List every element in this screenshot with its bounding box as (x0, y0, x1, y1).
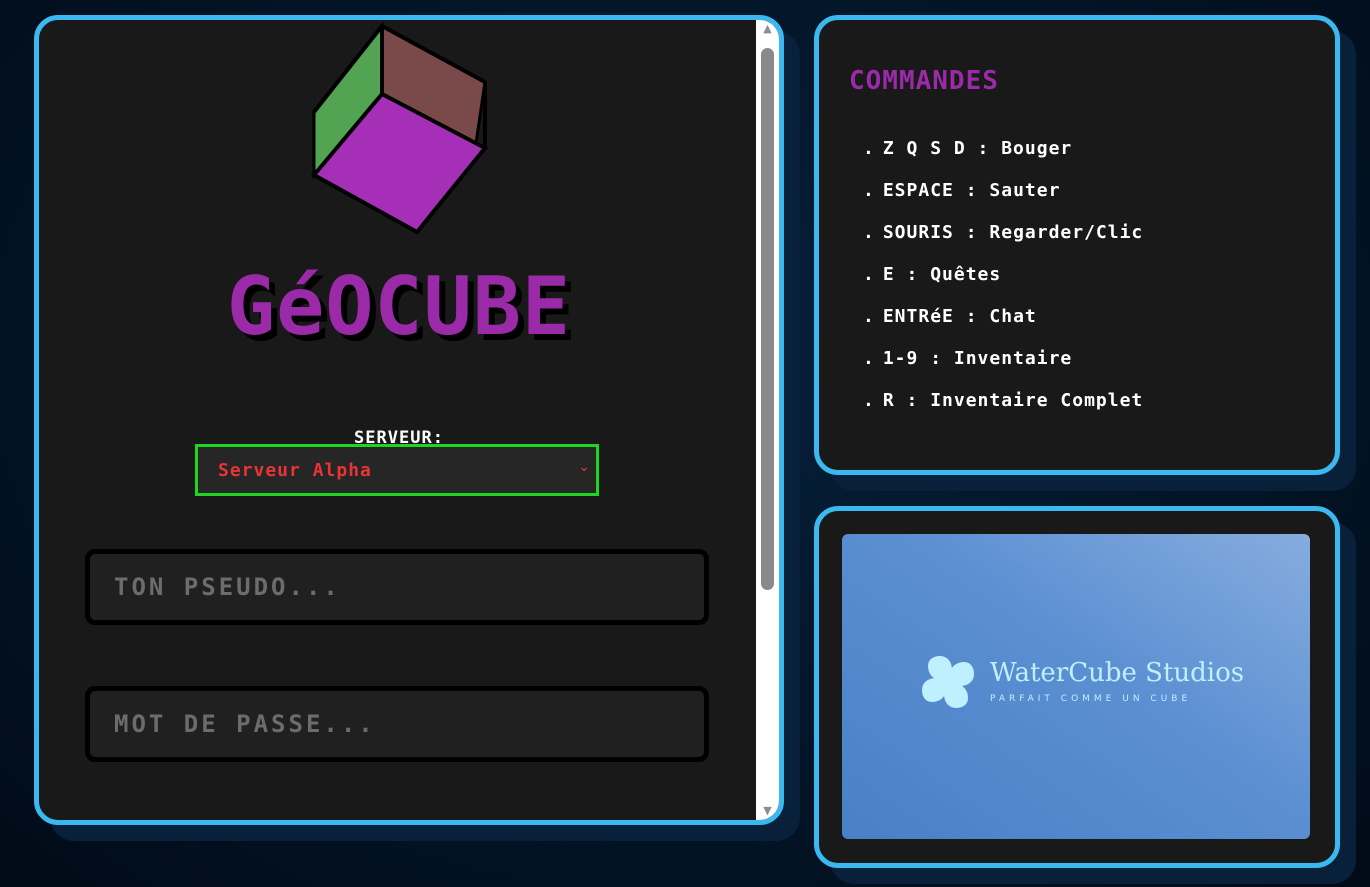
studio-logo-card: WaterCube Studios PARFAIT COMME UN CUBE (842, 534, 1310, 839)
scroll-down-arrow-icon[interactable]: ▼ (759, 804, 776, 818)
game-title: GéOCUBE (226, 260, 572, 353)
pseudo-input[interactable]: TON PSEUDO... (85, 549, 709, 625)
commands-title: COMMANDES (849, 66, 999, 96)
commands-panel: COMMANDES .Z Q S D : Bouger . ESPACE : Sa… (814, 15, 1340, 475)
chevron-down-icon[interactable]: ⌄ (578, 459, 590, 475)
commands-list: .Z Q S D : Bouger . ESPACE : Sauter . SOUR… (863, 128, 1143, 422)
command-item: . SOURIS : Regarder/Clic (863, 222, 1144, 243)
server-select[interactable]: Serveur Alpha ⌄ (195, 444, 599, 496)
command-item: .E : Quêtes (863, 264, 1002, 285)
command-item: .R : Inventaire Complet (863, 390, 1144, 411)
scrollbar[interactable]: ▲ ▼ (756, 20, 779, 820)
command-item: . ENTRéE : Chat (863, 306, 1037, 327)
login-panel: GéOCUBE SERVEUR: Serveur Alpha ⌄ TON PSE… (34, 15, 784, 825)
studio-tagline: PARFAIT COMME UN CUBE (990, 694, 1192, 704)
scroll-thumb[interactable] (761, 48, 774, 590)
watercube-logo-icon (920, 654, 976, 710)
command-item: . 1-9 : Inventaire (863, 348, 1073, 369)
command-item: .Z Q S D : Bouger (863, 138, 1073, 159)
server-selected-value: Serveur Alpha (218, 459, 372, 481)
cube-logo-icon (299, 20, 499, 245)
studio-panel: WaterCube Studios PARFAIT COMME UN CUBE (814, 506, 1340, 868)
studio-name: WaterCube Studios (990, 658, 1245, 688)
password-input[interactable]: MOT DE PASSE... (85, 686, 709, 762)
scroll-up-arrow-icon[interactable]: ▲ (759, 22, 776, 36)
command-item: . ESPACE : Sauter (863, 180, 1061, 201)
